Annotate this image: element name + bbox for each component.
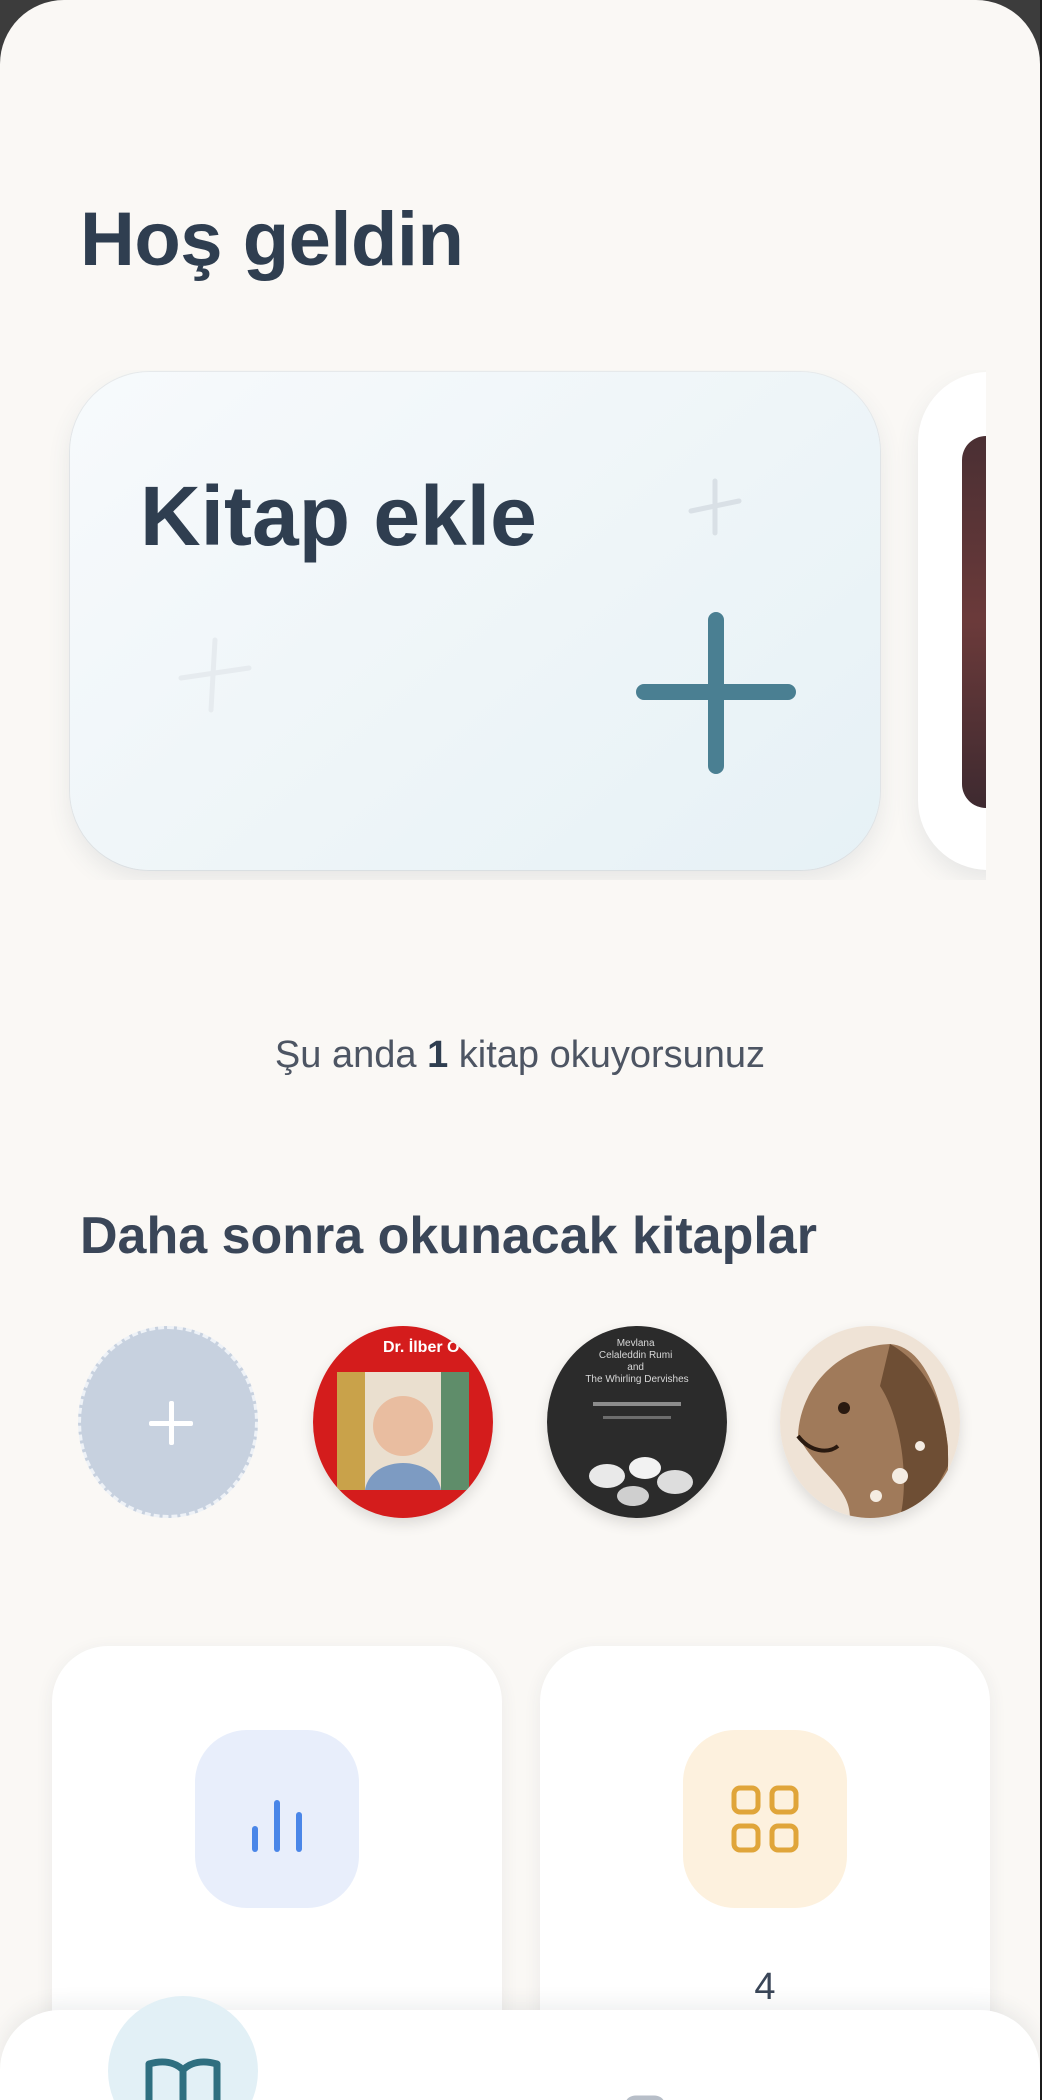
sparkle-icon xyxy=(688,478,742,536)
book-cover-horse[interactable] xyxy=(780,1326,960,1518)
current-book-card[interactable] xyxy=(918,372,986,870)
dervishes-cover-art: Mevlana Celaleddin Rumi and The Whirling… xyxy=(547,1326,727,1518)
add-later-book-button[interactable] xyxy=(78,1326,258,1518)
nav-icon-2[interactable] xyxy=(390,2094,440,2100)
stats-card-reading[interactable] xyxy=(52,1646,502,2066)
reading-status-suffix: kitap okuyorsunuz xyxy=(458,1034,766,1076)
page-title: Hoş geldin xyxy=(80,197,464,282)
home-screen: Hoş geldin Kitap ekle Şu anda 1 kitap ok… xyxy=(0,0,1040,2100)
book-cover-portrait[interactable]: Dr. İlber O xyxy=(313,1326,493,1518)
reading-count: 1 xyxy=(427,1034,449,1076)
bar-chart-icon xyxy=(252,1800,302,1852)
stat-icon-box xyxy=(683,1730,847,1908)
portrait-cover-art: Dr. İlber O xyxy=(313,1326,493,1518)
book-open-icon[interactable] xyxy=(143,2054,223,2100)
cover-text: Dr. İlber O xyxy=(383,1338,459,1356)
later-reads-shelf: Dr. İlber O Mevlana Celaleddin Rumi and … xyxy=(0,1326,1040,1526)
add-book-card[interactable]: Kitap ekle xyxy=(70,372,880,870)
reading-status: Şu anda 1 kitap okuyorsunuz xyxy=(0,1034,1040,1077)
reading-status-prefix: Şu anda xyxy=(274,1034,417,1076)
book-cover xyxy=(962,436,986,808)
book-cover-dervishes[interactable]: Mevlana Celaleddin Rumi and The Whirling… xyxy=(547,1326,727,1518)
sparkle-icon xyxy=(178,637,252,713)
plus-icon[interactable] xyxy=(636,608,796,778)
section-title-later-reads: Daha sonra okunacak kitaplar xyxy=(80,1207,817,1265)
add-book-title: Kitap ekle xyxy=(140,469,537,563)
stats-card-collections[interactable]: 4 xyxy=(540,1646,990,2066)
grid-icon xyxy=(731,1785,799,1853)
nav-icon-3[interactable] xyxy=(620,2094,670,2100)
book-carousel[interactable]: Kitap ekle xyxy=(0,370,986,880)
stat-value: 4 xyxy=(754,1966,776,2008)
stat-icon-box xyxy=(195,1730,359,1908)
bottom-navigation xyxy=(0,1996,1040,2100)
horse-cover-art xyxy=(780,1326,960,1518)
